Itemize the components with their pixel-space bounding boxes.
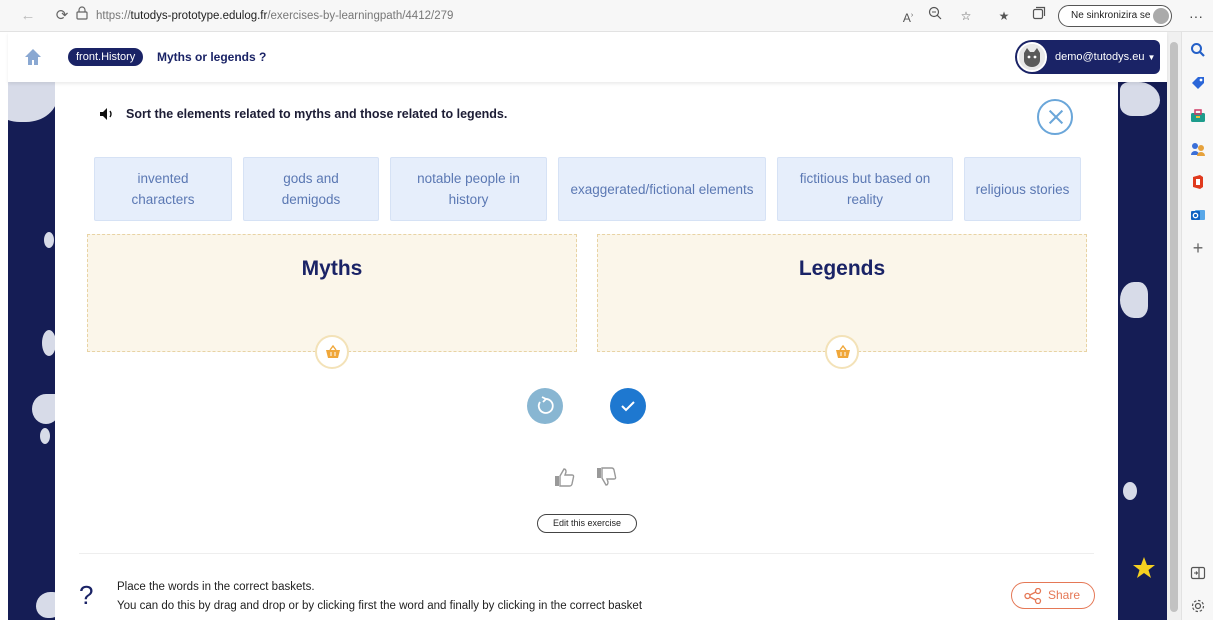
edge-sidebar: + [1181,32,1213,620]
more-options-icon[interactable]: ··· [1186,6,1206,26]
word-chip[interactable]: fictitious but based on reality [777,157,953,221]
decorative-blob [1120,282,1148,318]
reset-button[interactable] [527,388,563,424]
word-chip[interactable]: notable people in history [390,157,547,221]
legends-basket[interactable]: Legends [597,234,1087,369]
avatar [1017,42,1047,72]
scrollbar-thumb[interactable] [1170,42,1178,612]
address-bar[interactable]: https://tutodys-prototype.edulog.fr/exer… [96,6,453,26]
basket-title: Legends [798,257,886,280]
validate-button[interactable] [610,388,646,424]
decorative-blob [44,232,54,248]
favorite-icon[interactable]: ☆ [956,6,976,26]
speaker-icon[interactable] [99,107,115,121]
star-icon[interactable] [1132,556,1156,580]
zoom-icon[interactable] [925,6,945,26]
share-button[interactable]: Share [1011,582,1095,609]
refresh-icon[interactable]: ⟳ [52,6,72,26]
browser-toolbar: ← ⟳ https://tutodys-prototype.edulog.fr/… [0,0,1213,32]
back-arrow-icon[interactable]: ← [18,6,38,26]
decorative-blob [40,428,50,444]
basket-icon [825,335,859,369]
basket-title: Myths [301,257,363,280]
page-title: Myths or legends ? [157,50,267,64]
split-screen-icon[interactable] [1190,565,1206,581]
page-scrollbar[interactable] [1167,32,1181,620]
sync-label: Ne sinkronizira se [1071,10,1151,21]
divider [79,553,1094,554]
help-text: Place the words in the correct baskets. [117,581,315,593]
share-icon [1024,588,1042,604]
decorative-blob [42,330,56,356]
decorative-blob [8,82,58,122]
office-icon[interactable] [1190,174,1206,190]
word-chip[interactable]: invented characters [94,157,232,221]
close-button[interactable] [1037,99,1073,135]
check-icon [621,401,635,412]
reset-icon [537,396,554,414]
myths-basket[interactable]: Myths [87,234,577,369]
settings-icon[interactable] [1190,598,1206,614]
search-icon[interactable] [1190,42,1206,58]
word-chip[interactable]: exaggerated/fictional elements [558,157,766,221]
favorites-list-icon[interactable]: ★ [994,6,1014,26]
word-chip[interactable]: gods and demigods [243,157,379,221]
share-label: Share [1048,588,1081,602]
url-host: tutodys-prototype.edulog.fr [130,10,268,22]
profile-avatar-icon [1153,8,1169,24]
read-aloud-icon[interactable]: A› [898,6,918,26]
help-text: You can do this by drag and drop or by c… [117,600,643,612]
url-path: /exercises-by-learningpath/4412/279 [267,10,454,22]
decorative-blob [1120,82,1160,116]
chevron-down-icon: ▼ [1147,53,1156,62]
people-icon[interactable] [1190,141,1206,157]
collections-icon[interactable] [1029,6,1049,26]
basket-icon [315,335,349,369]
user-menu-button[interactable]: demo@tutodys.eu ▼ [1015,40,1160,74]
user-email: demo@tutodys.eu ▼ [1055,40,1155,75]
help-icon: ? [79,580,94,610]
decorative-blob [1123,482,1137,500]
breadcrumb[interactable]: front.History [68,48,144,66]
exercise-card: Sort the elements related to myths and t… [55,82,1118,620]
url-prefix: https:// [96,10,131,22]
plus-icon[interactable]: + [1190,239,1206,257]
home-icon[interactable] [22,46,44,68]
toolbox-icon[interactable] [1190,108,1206,124]
word-chip[interactable]: religious stories [964,157,1081,221]
outlook-icon[interactable] [1190,207,1206,223]
edit-exercise-button[interactable]: Edit this exercise [537,514,637,533]
thumbs-up-icon[interactable] [553,465,577,489]
instruction-text: Sort the elements related to myths and t… [126,107,508,121]
sync-button[interactable]: Ne sinkronizira se [1058,5,1172,27]
user-email-text: demo@tutodys.eu [1055,51,1145,63]
app-header: front.History Myths or legends ? demo@tu… [8,32,1167,82]
lock-icon[interactable] [76,6,90,26]
thumbs-down-icon[interactable] [595,465,619,489]
tag-icon[interactable] [1190,75,1206,91]
